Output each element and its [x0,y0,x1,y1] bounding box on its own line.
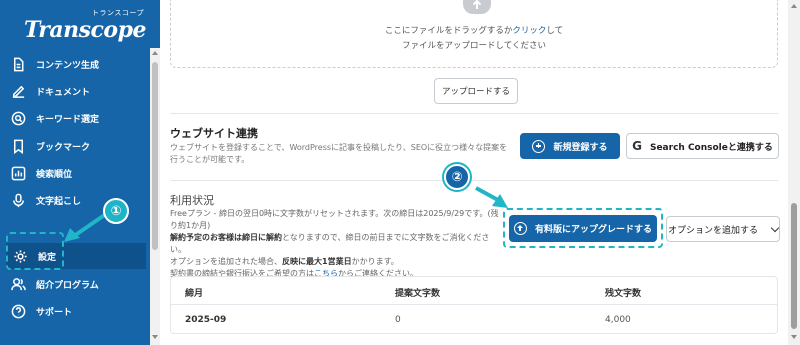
upload-button[interactable]: アップロードする [434,78,518,104]
sidebar-item-keyword[interactable]: キーワード選定 [0,105,148,131]
scroll-down-icon[interactable] [152,335,158,339]
sidebar-item-support[interactable]: サポート [0,298,148,324]
website-section-desc: ウェブサイトを登録することで、WordPressに記事を投稿したり、SEOに役立… [170,143,508,164]
sidebar-item-bookmarks[interactable]: ブックマーク [0,133,148,159]
scroll-up-icon[interactable] [791,4,797,8]
sidebar-item-label: サポート [36,307,73,318]
search-console-button-label: Search Consoleと連携する [649,142,773,153]
sidebar-item-label: キーワード選定 [36,114,100,125]
sidebar-item-label: 紹介プログラム [36,280,99,291]
drop-zone-text-line2: ファイルをアップロードしてください [402,41,546,51]
usage-option-bold: 反映に最大1営業日 [282,257,352,266]
plus-circle-icon [532,139,546,153]
search-console-button[interactable]: G Search Consoleと連携する [626,133,779,159]
main-content: ここにファイルをドラッグするかクリックして ファイルをアップロードしてください … [160,0,788,345]
usage-table: 締月 提案文字数 残文字数 2025-09 0 4,000 [170,276,778,334]
sidebar-item-label: 文字起こし [36,196,82,207]
drop-zone-text: ここにファイルをドラッグするかクリックして ファイルをアップロードしてください [171,24,777,54]
drop-zone-text-post: して [546,26,564,36]
scroll-down-icon[interactable] [791,335,797,339]
table-cell-month: 2025-09 [185,315,227,325]
scroll-up-icon[interactable] [152,51,158,55]
table-cell-suggested: 0 [395,315,401,325]
sidebar-item-label: コンテンツ生成 [36,60,100,71]
annotation-arrow-two [475,186,508,208]
chart-icon [10,165,26,181]
usage-option-text-end: かかります。 [351,257,399,266]
sidebar-scrollbar-thumb[interactable] [152,62,158,250]
bookmark-icon [10,138,26,154]
usage-description: Freeプラン - 締日の翌日0時に文字数がリセットされます。次の締日は2025… [170,208,500,280]
table-header-month: 締月 [185,289,204,299]
add-option-label: オプションを追加する [667,225,758,236]
logo-text: Transcope [24,17,146,43]
settings-highlight-frame [6,232,64,270]
main-scrollbar[interactable] [788,0,800,345]
sidebar-item-label: ブックマーク [36,142,91,153]
table-header-remaining: 残文字数 [605,289,642,299]
add-option-dropdown[interactable]: オプションを追加する [666,216,780,242]
sidebar-item-content-generation[interactable]: コンテンツ生成 [0,51,148,77]
usage-section-title: 利用状況 [170,194,214,207]
usage-plan-text: Freeプラン - 締日の翌日0時に文字数がリセットされます。次の締日は2025… [170,209,499,230]
users-icon [10,276,26,292]
upgrade-button-label: 有料版にアップグレードする [534,225,652,235]
upload-icon [463,0,491,14]
mic-icon [10,192,26,208]
table-header-suggested: 提案文字数 [395,289,441,299]
drop-zone-text-pre: ここにファイルをドラッグするか [384,26,513,36]
search-icon [10,110,26,126]
divider [170,113,778,114]
step-one-badge: ① [103,198,129,224]
register-new-button-label: 新規登録する [553,142,608,153]
file-drop-zone[interactable]: ここにファイルをドラッグするかクリックして ファイルをアップロードしてください [170,0,778,68]
table-cell-remaining: 4,000 [605,315,631,325]
logo[interactable]: トランスコープ Transcope [24,8,146,43]
file-icon [10,56,26,72]
divider [170,180,778,181]
main-scrollbar-thumb[interactable] [791,203,797,329]
website-section-title: ウェブサイト連携 [170,127,258,140]
chevron-down-icon [770,223,780,232]
sidebar-item-rankings[interactable]: 検索順位 [0,160,148,186]
google-icon: G [632,139,642,153]
usage-option-text: オプションを追加された場合、 [170,257,282,266]
sidebar-item-referral[interactable]: 紹介プログラム [0,271,148,297]
sidebar-item-label: ドキュメント [36,87,91,98]
step-two-badge: ② [444,164,470,190]
sidebar-item-label: 検索順位 [36,169,73,180]
register-new-button[interactable]: 新規登録する [520,133,620,159]
sidebar-scrollbar[interactable] [150,48,160,345]
sidebar-item-documents[interactable]: ドキュメント [0,78,148,104]
edit-icon [10,83,26,99]
click-link[interactable]: クリック [512,26,546,36]
upgrade-button[interactable]: 有料版にアップグレードする [509,215,657,242]
help-icon [10,303,26,319]
upload-circle-icon [513,222,527,235]
sidebar: トランスコープ Transcope コンテンツ生成 ドキュメント キーワード選定… [0,0,160,345]
usage-cancel-bold: 解約予定のお客様は締日に解約 [170,233,282,242]
table-divider [171,304,777,305]
